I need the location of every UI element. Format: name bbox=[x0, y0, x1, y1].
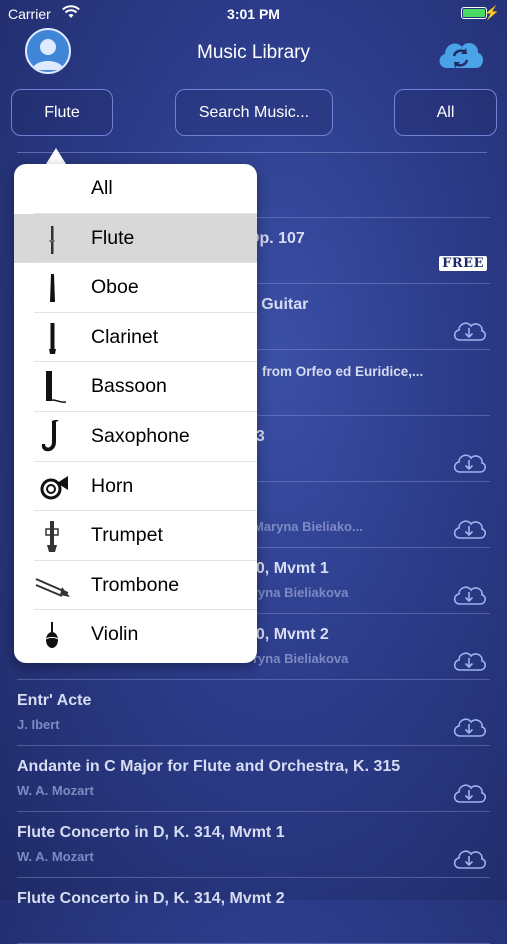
clarinet-icon bbox=[49, 322, 56, 354]
song-title: Andante in C Major for Flute and Orchest… bbox=[17, 758, 401, 775]
instrument-option-label: All bbox=[91, 177, 113, 199]
list-item[interactable]: Flute Concerto in D, K. 314, Mvmt 2 bbox=[17, 878, 490, 944]
song-title: Entr' Acte bbox=[17, 692, 92, 709]
instrument-option-label: Bassoon bbox=[91, 375, 167, 398]
instrument-option-label: Trumpet bbox=[91, 524, 163, 547]
download-icon[interactable] bbox=[452, 320, 486, 342]
download-icon[interactable] bbox=[452, 848, 486, 870]
trumpet-icon bbox=[45, 521, 59, 553]
bassoon-icon bbox=[46, 371, 67, 404]
violin-icon bbox=[45, 622, 59, 649]
instrument-option-clarinet[interactable]: Clarinet bbox=[14, 313, 257, 363]
song-title: from Orfeo ed Euridice,... bbox=[262, 364, 424, 379]
filter-bar: Flute Search Music... All bbox=[0, 89, 507, 139]
navigation-bar: Music Library bbox=[0, 28, 507, 78]
horn-icon bbox=[40, 475, 68, 500]
song-composer: Maryna Bieliako... bbox=[253, 519, 363, 534]
download-icon[interactable] bbox=[452, 782, 486, 804]
instrument-option-flute[interactable]: Flute bbox=[14, 213, 257, 264]
page-title: Music Library bbox=[197, 42, 310, 63]
instrument-option-trombone[interactable]: Trombone bbox=[14, 561, 257, 611]
instrument-option-label: Flute bbox=[91, 226, 135, 249]
song-title: 30, Mvmt 2 bbox=[247, 626, 329, 643]
level-filter-button[interactable]: All bbox=[394, 89, 497, 136]
download-icon[interactable] bbox=[452, 650, 486, 672]
flute-icon bbox=[49, 225, 55, 254]
download-icon[interactable] bbox=[452, 452, 486, 474]
song-composer: W. A. Mozart bbox=[17, 783, 94, 798]
instrument-option-label: Violin bbox=[91, 623, 139, 646]
instrument-option-label: Oboe bbox=[91, 276, 139, 299]
song-composer: ryna Bieliakova bbox=[253, 585, 349, 600]
song-composer: ryna Bieliakova bbox=[253, 651, 349, 666]
trombone-icon bbox=[35, 577, 70, 597]
download-icon[interactable] bbox=[452, 518, 486, 540]
download-icon[interactable] bbox=[452, 716, 486, 738]
oboe-icon bbox=[50, 274, 55, 303]
instrument-option-all[interactable]: All bbox=[14, 164, 257, 214]
list-item[interactable]: Entr' Acte J. Ibert bbox=[17, 680, 490, 746]
instrument-option-violin[interactable]: Violin bbox=[14, 610, 257, 660]
song-composer: J. Ibert bbox=[17, 717, 60, 732]
song-title: Flute Concerto in D, K. 314, Mvmt 1 bbox=[17, 824, 285, 841]
download-icon[interactable] bbox=[452, 584, 486, 606]
song-composer: W. A. Mozart bbox=[17, 849, 94, 864]
song-title: 30, Mvmt 1 bbox=[247, 560, 329, 577]
free-badge: FREE bbox=[439, 256, 487, 271]
cloud-sync-icon[interactable] bbox=[435, 36, 485, 70]
saxophone-icon bbox=[41, 420, 59, 452]
instrument-option-label: Clarinet bbox=[91, 325, 159, 348]
instrument-option-saxophone[interactable]: Saxophone bbox=[14, 412, 257, 462]
instrument-option-trumpet[interactable]: Trumpet bbox=[14, 511, 257, 561]
song-title: Flute Concerto in D, K. 314, Mvmt 2 bbox=[17, 890, 285, 907]
charging-icon: ⚡ bbox=[483, 5, 500, 20]
list-item[interactable]: Flute Concerto in D, K. 314, Mvmt 1 W. A.… bbox=[17, 812, 490, 878]
instrument-option-oboe[interactable]: Oboe bbox=[14, 263, 257, 313]
list-item[interactable]: Andante in C Major for Flute and Orchest… bbox=[17, 746, 490, 812]
instrument-option-horn[interactable]: Horn bbox=[14, 462, 257, 512]
search-button[interactable]: Search Music... bbox=[175, 89, 333, 136]
instrument-popover: All Flute Oboe Clarinet Bassoon Saxophone Horn… bbox=[14, 164, 257, 663]
instrument-option-label: Trombone bbox=[91, 573, 180, 596]
status-bar: Carrier 3:01 PM ⚡ bbox=[0, 0, 507, 28]
instrument-filter-button[interactable]: Flute bbox=[11, 89, 113, 136]
clock: 3:01 PM bbox=[227, 6, 280, 22]
popover-arrow bbox=[46, 148, 66, 164]
instrument-option-bassoon[interactable]: Bassoon bbox=[14, 362, 257, 412]
instrument-option-label: Saxophone bbox=[91, 425, 190, 447]
instrument-option-label: Horn bbox=[91, 474, 134, 497]
